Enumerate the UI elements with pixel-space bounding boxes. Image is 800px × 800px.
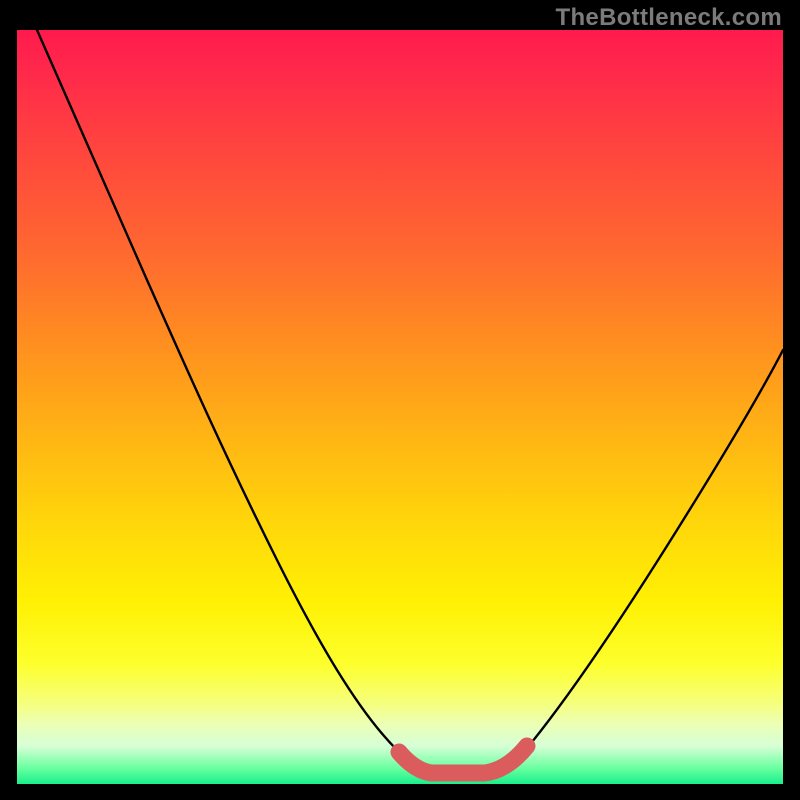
bottleneck-curve (37, 30, 783, 772)
optimal-band (399, 746, 527, 773)
watermark-text: TheBottleneck.com (556, 4, 782, 32)
curve-overlay (17, 30, 783, 784)
chart-frame: TheBottleneck.com (0, 0, 800, 800)
plot-area (17, 30, 783, 784)
